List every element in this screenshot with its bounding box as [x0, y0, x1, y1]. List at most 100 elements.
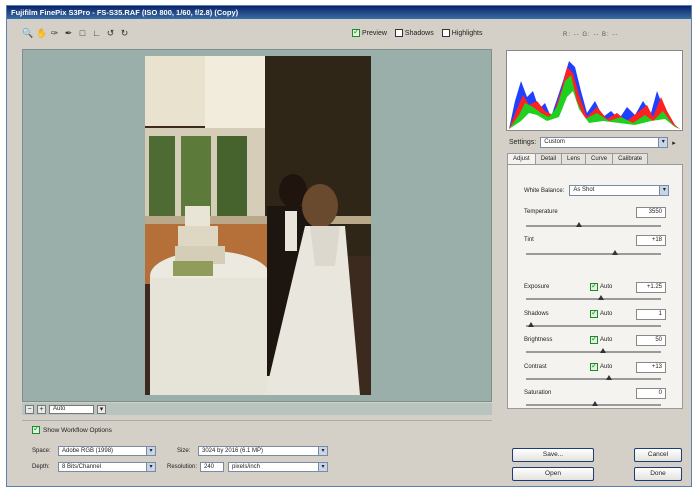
- temperature-slider[interactable]: [526, 222, 661, 227]
- chevron-down-icon: ▾: [659, 186, 669, 195]
- tint-label-row: Tint: [524, 237, 534, 243]
- exposure-auto-label: Auto: [600, 284, 613, 290]
- zoom-out-button[interactable]: −: [25, 404, 34, 414]
- eyedropper-icon[interactable]: ✑: [50, 28, 59, 38]
- contrast-slider[interactable]: [526, 375, 661, 380]
- tool-bar: 🔍 ✋ ✑ ✒ □ ∟ ↺ ↻: [22, 26, 129, 40]
- brightness-label: Brightness: [524, 337, 553, 343]
- saturation-field[interactable]: 0: [636, 388, 666, 399]
- exposure-field[interactable]: +1.25: [636, 282, 666, 293]
- highlights-checkbox[interactable]: [441, 29, 450, 37]
- brightness-slider[interactable]: [526, 348, 661, 353]
- saturation-slider[interactable]: [526, 401, 661, 406]
- white-balance-row: White Balance: As Shot ▾: [524, 185, 670, 196]
- contrast-auto-label: Auto: [600, 364, 613, 370]
- save-button[interactable]: Save...: [512, 448, 594, 462]
- hand-icon[interactable]: ✋: [36, 28, 47, 38]
- size-value: 3024 by 2016 (6.1 MP): [202, 448, 264, 454]
- preview-checkbox[interactable]: [352, 27, 360, 37]
- brightness-auto[interactable]: Auto: [590, 334, 613, 344]
- preview-photo: [145, 56, 371, 395]
- shadows-option[interactable]: Shadows: [394, 29, 434, 37]
- crop-icon[interactable]: □: [78, 28, 87, 38]
- settings-select[interactable]: Custom ▾: [540, 137, 669, 148]
- temperature-label-row: Temperature: [524, 209, 558, 215]
- exposure-auto[interactable]: Auto: [590, 281, 613, 291]
- chevron-down-icon: ▾: [146, 463, 155, 471]
- zoom-icon[interactable]: 🔍: [22, 28, 33, 38]
- tint-slider-thumb[interactable]: [612, 250, 618, 255]
- brightness-field[interactable]: 50: [636, 335, 666, 346]
- tint-slider[interactable]: [526, 250, 661, 255]
- exposure-auto-checkbox[interactable]: [590, 281, 598, 291]
- resolution-unit-value: pixels/inch: [232, 464, 261, 470]
- brightness-label-row: Brightness: [524, 337, 552, 343]
- straighten-icon[interactable]: ∟: [92, 28, 101, 38]
- shadows-field[interactable]: 1: [636, 309, 666, 320]
- shadows-auto-checkbox[interactable]: [590, 308, 598, 318]
- contrast-auto-checkbox[interactable]: [590, 361, 598, 371]
- zoom-level-select[interactable]: Auto: [49, 404, 94, 414]
- shadows-label-row: Shadows: [524, 311, 549, 317]
- shadows-auto[interactable]: Auto: [590, 308, 612, 318]
- saturation-label: Saturation: [524, 390, 552, 396]
- contrast-auto[interactable]: Auto: [590, 361, 613, 371]
- done-button[interactable]: Done: [634, 467, 682, 481]
- resolution-label: Resolution:: [167, 464, 198, 470]
- size-label: Size:: [177, 448, 191, 454]
- space-value: Adobe RGB (1998): [62, 448, 114, 454]
- highlights-option[interactable]: Highlights: [441, 29, 483, 37]
- resolution-unit-select[interactable]: pixels/inch ▾: [228, 462, 328, 472]
- preview-label: Preview: [362, 29, 387, 37]
- brightness-auto-label: Auto: [600, 337, 613, 343]
- contrast-field[interactable]: +13: [636, 362, 666, 373]
- temperature-slider-thumb[interactable]: [576, 222, 582, 227]
- temperature-field[interactable]: 3550: [636, 207, 666, 218]
- show-workflow-option[interactable]: Show Workflow Options: [32, 424, 112, 434]
- open-button[interactable]: Open: [512, 467, 594, 481]
- rotate-left-icon[interactable]: ↺: [106, 28, 115, 38]
- image-preview[interactable]: [22, 49, 492, 402]
- exposure-label: Exposure: [524, 284, 550, 290]
- settings-row: Settings: Custom ▾ ▸: [509, 137, 676, 148]
- white-balance-select[interactable]: As Shot ▾: [569, 185, 670, 196]
- exposure-slider[interactable]: [526, 295, 661, 300]
- adjust-panel: White Balance: As Shot ▾ Temperature 3550…: [507, 164, 683, 409]
- shadows-slider-thumb[interactable]: [528, 322, 534, 327]
- tint-field[interactable]: +18: [636, 235, 666, 246]
- show-workflow-checkbox[interactable]: [32, 424, 40, 434]
- histogram-graph: [509, 61, 680, 129]
- resolution-field[interactable]: 240: [200, 462, 224, 472]
- highlights-label: Highlights: [451, 29, 483, 37]
- space-select[interactable]: Adobe RGB (1998) ▾: [58, 446, 156, 456]
- shadows-slider[interactable]: [526, 322, 661, 327]
- zoom-dropdown-icon[interactable]: ▾: [97, 404, 106, 414]
- settings-value: Custom: [544, 139, 565, 145]
- brightness-auto-checkbox[interactable]: [590, 334, 598, 344]
- workflow-options: Show Workflow Options Space: Adobe RGB (…: [22, 420, 492, 475]
- color-sampler-icon[interactable]: ✒: [64, 28, 73, 38]
- depth-select[interactable]: 8 Bits/Channel ▾: [58, 462, 156, 472]
- rgb-readout: R: -- G: -- B: --: [563, 32, 619, 38]
- rotate-right-icon[interactable]: ↻: [120, 28, 129, 38]
- contrast-label: Contrast: [524, 364, 547, 370]
- chevron-down-icon: ▾: [318, 447, 327, 455]
- contrast-slider-thumb[interactable]: [606, 375, 612, 380]
- shadows-checkbox[interactable]: [394, 29, 403, 37]
- cancel-button[interactable]: Cancel: [634, 448, 682, 462]
- wedding-photo-icon: [145, 56, 371, 395]
- shadows-label: Shadows: [404, 29, 434, 37]
- histogram: [506, 50, 683, 131]
- saturation-label-row: Saturation: [524, 390, 551, 396]
- saturation-slider-thumb[interactable]: [592, 401, 598, 406]
- settings-menu-icon[interactable]: ▸: [672, 139, 676, 147]
- depth-label: Depth:: [32, 464, 50, 470]
- zoom-in-button[interactable]: +: [37, 404, 46, 414]
- brightness-slider-thumb[interactable]: [600, 348, 606, 353]
- preview-option[interactable]: Preview: [352, 27, 387, 37]
- exposure-label-row: Exposure: [524, 284, 549, 290]
- exposure-slider-thumb[interactable]: [598, 295, 604, 300]
- size-select[interactable]: 3024 by 2016 (6.1 MP) ▾: [198, 446, 328, 456]
- window-title: Fujifilm FinePix S3Pro - FS-S35.RAF (ISO…: [7, 6, 691, 19]
- zoom-bar: − + Auto ▾: [22, 403, 492, 415]
